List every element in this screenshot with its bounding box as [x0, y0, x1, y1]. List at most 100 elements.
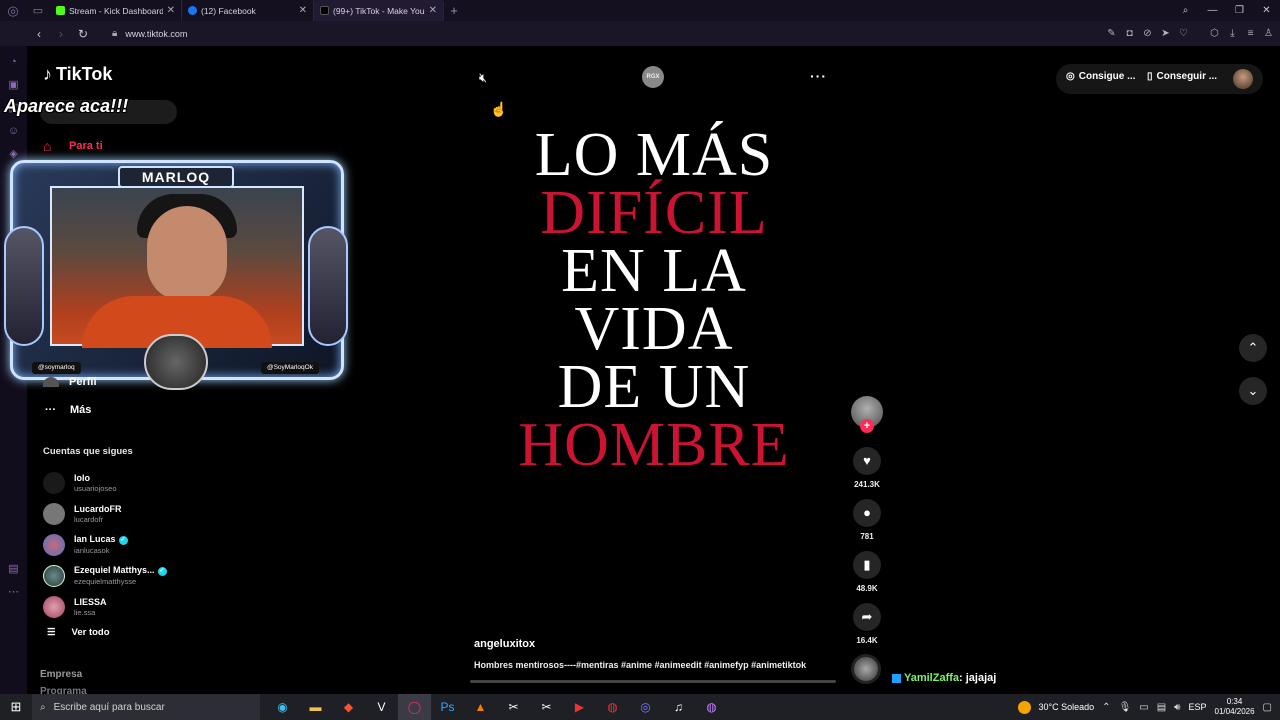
- restore-icon[interactable]: ❐: [1226, 5, 1253, 16]
- tiktok-logo[interactable]: ♪ TikTok: [43, 64, 112, 85]
- like-count: 241.3K: [854, 480, 880, 489]
- music-icon[interactable]: ♫: [662, 694, 695, 720]
- video-progress-bar[interactable]: [470, 680, 836, 683]
- following-title: Cuentas que sigues: [43, 446, 133, 457]
- obs-red-icon[interactable]: ◍: [596, 694, 629, 720]
- video-watermark: RGX: [642, 66, 664, 88]
- edge-icon[interactable]: ◉: [266, 694, 299, 720]
- obs-icon[interactable]: ◎: [629, 694, 662, 720]
- search-tabs-icon[interactable]: ⌕: [1172, 5, 1199, 16]
- back-icon[interactable]: ‹: [28, 27, 50, 41]
- video-author[interactable]: angeluxitox: [474, 638, 535, 650]
- clock[interactable]: 0:34 01/04/2026: [1215, 697, 1255, 717]
- tab-kick-dashboard[interactable]: Stream - Kick Dashboard ✕: [50, 0, 182, 21]
- opera-gx-icon[interactable]: ◯: [398, 694, 431, 720]
- youtube-icon[interactable]: ▶: [563, 694, 596, 720]
- taskbar-apps: ◉ ▬ ◆ V ◯ Ps ▲ ✂ ✂ ▶ ◍ ◎ ♫ ◍: [266, 694, 728, 720]
- volume-icon[interactable]: 🔊︎: [1174, 702, 1180, 713]
- nav-profile-label: Perfil: [69, 376, 97, 388]
- new-tab-button[interactable]: +: [444, 3, 464, 18]
- profile-icon[interactable]: ♙: [1263, 28, 1274, 39]
- torch-icon[interactable]: ▲: [464, 694, 497, 720]
- get-app-button[interactable]: ▯ Conseguir ...: [1147, 71, 1217, 82]
- tab-facebook[interactable]: (12) Facebook ✕: [182, 0, 314, 21]
- discord-taskbar-icon[interactable]: ◍: [695, 694, 728, 720]
- footer-program-link[interactable]: Programa: [40, 686, 87, 694]
- edit-icon[interactable]: ✎: [1106, 28, 1117, 39]
- account-username: lie.ssa: [74, 607, 96, 617]
- language-indicator[interactable]: ESP: [1188, 702, 1206, 712]
- coin-icon: ◎: [1066, 71, 1075, 82]
- capcut-icon[interactable]: ✂: [497, 694, 530, 720]
- browser-logo-icon[interactable]: ◎: [0, 0, 26, 21]
- user-avatar[interactable]: [1233, 69, 1253, 89]
- mute-icon[interactable]: 🔇︎: [479, 70, 487, 86]
- more-panel-icon[interactable]: ⋯: [7, 586, 20, 599]
- like-button[interactable]: ♥ 241.3K: [853, 447, 881, 489]
- comment-button[interactable]: ● 781: [853, 499, 881, 541]
- verified-icon: ✓: [157, 566, 167, 576]
- send-icon[interactable]: ➤: [1160, 28, 1171, 39]
- weather-text[interactable]: 30°C Soleado: [1039, 702, 1095, 712]
- menu-icon[interactable]: ≡: [1245, 28, 1256, 39]
- download-icon[interactable]: ⤓: [1227, 28, 1238, 39]
- url-field[interactable]: www.tiktok.com: [125, 29, 187, 39]
- following-item[interactable]: Ian Lucas ✓ ianlucasok: [43, 529, 167, 560]
- following-item[interactable]: Ezequiel Matthys... ✓ ezequielmatthysse: [43, 560, 167, 591]
- bag-icon[interactable]: ▣: [7, 79, 20, 92]
- speed-dial-icon[interactable]: ◔: [7, 56, 20, 69]
- cube-icon[interactable]: ⬡: [1209, 28, 1220, 39]
- previous-video-button[interactable]: ⌃: [1239, 334, 1267, 362]
- following-item[interactable]: lolo usuariojoseo: [43, 467, 167, 498]
- taskbar-search[interactable]: ⌕ Escribe aquí para buscar: [32, 694, 260, 720]
- see-all-button[interactable]: ☰ Ver todo: [47, 627, 110, 638]
- tab-tiktok[interactable]: (99+) TikTok - Make Your D ✕: [314, 0, 444, 21]
- photoshop-icon[interactable]: Ps: [431, 694, 464, 720]
- kick-favicon-icon: [56, 6, 65, 15]
- notifications-icon[interactable]: ▢: [1263, 702, 1272, 713]
- clock-time: 0:34: [1226, 697, 1243, 706]
- windows-taskbar: ⊞ ⌕ Escribe aquí para buscar ◉ ▬ ◆ V ◯ P…: [0, 694, 1280, 720]
- address-bar-tools: ✎ ◘ ⊘ ➤ ♡ ⬡ ⤓ ≡ ♙: [1106, 21, 1274, 46]
- chat-badge-icon: [892, 673, 901, 683]
- footer-company-link[interactable]: Empresa: [40, 669, 82, 680]
- account-username: usuariojoseo: [74, 483, 117, 493]
- discord-icon[interactable]: ☺: [7, 125, 20, 138]
- save-button[interactable]: ▮ 48.9K: [853, 551, 881, 593]
- vegas-icon[interactable]: V: [365, 694, 398, 720]
- minimize-icon[interactable]: —: [1199, 5, 1226, 16]
- webcam-overlay: MARLOQ @soymarloq @SoyMarloqOk: [4, 146, 348, 398]
- next-video-button[interactable]: ⌄: [1239, 377, 1267, 405]
- video-more-icon[interactable]: ···: [810, 68, 827, 84]
- workspaces-icon[interactable]: ▭: [26, 4, 50, 17]
- close-window-icon[interactable]: ✕: [1253, 5, 1280, 16]
- follow-plus-icon[interactable]: +: [860, 419, 874, 433]
- following-item[interactable]: LIESSA lie.ssa: [43, 591, 167, 622]
- see-all-label: Ver todo: [71, 627, 110, 638]
- mic-icon[interactable]: 🎙︎: [1119, 702, 1132, 713]
- close-tab-icon[interactable]: ✕: [299, 5, 307, 16]
- account-username: lucardofr: [74, 514, 104, 524]
- close-tab-icon[interactable]: ✕: [429, 5, 437, 16]
- following-item[interactable]: LucardoFR lucardofr: [43, 498, 167, 529]
- music-disc-icon[interactable]: [851, 654, 881, 684]
- panel-toggle-icon[interactable]: ▤: [7, 563, 20, 576]
- windows-start-icon[interactable]: ⊞: [0, 699, 32, 715]
- chevron-up-icon: ⌃: [1247, 340, 1259, 355]
- capcut2-icon[interactable]: ✂: [530, 694, 563, 720]
- get-coins-button[interactable]: ◎ Consigue ...: [1066, 71, 1135, 82]
- nav-more[interactable]: ··· Más: [45, 404, 91, 416]
- camera-icon[interactable]: ◘: [1124, 28, 1135, 39]
- nav-profile[interactable]: Perfil: [43, 376, 97, 388]
- shield-icon[interactable]: ⊘: [1142, 28, 1153, 39]
- battery-icon[interactable]: ▭: [1139, 702, 1148, 713]
- tray-chevron-icon[interactable]: ⌃: [1102, 702, 1110, 713]
- brave-icon[interactable]: ◆: [332, 694, 365, 720]
- reload-icon[interactable]: ↻: [72, 27, 94, 41]
- heart-icon[interactable]: ♡: [1178, 28, 1189, 39]
- file-explorer-icon[interactable]: ▬: [299, 694, 332, 720]
- close-tab-icon[interactable]: ✕: [167, 5, 175, 16]
- forward-icon[interactable]: ›: [50, 27, 72, 41]
- share-button[interactable]: ➦ 16.4K: [853, 603, 881, 645]
- network-icon[interactable]: ▤: [1157, 702, 1166, 713]
